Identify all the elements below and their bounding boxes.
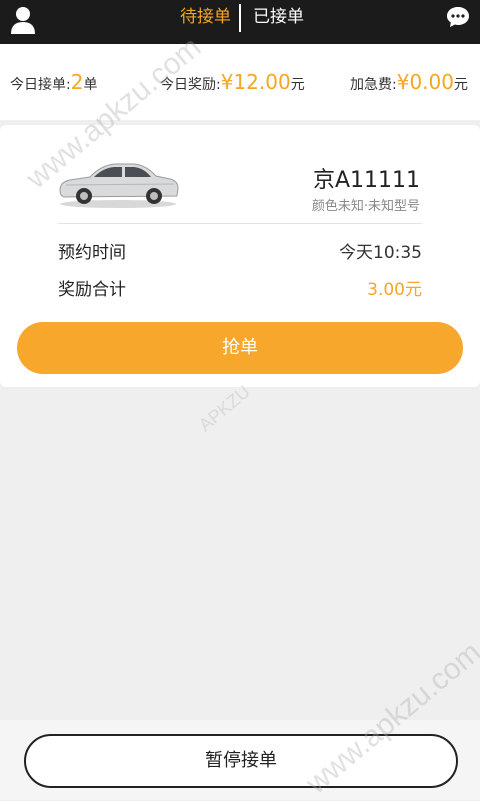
grab-order-button[interactable]: 抢单 [17,322,463,374]
chat-bubble-icon[interactable] [446,6,470,28]
stat-orders-value: 2 [70,70,84,94]
stat-orders-today: 今日接单:2单 [10,70,97,94]
stat-fee-value: ¥0.00 [396,70,454,94]
stat-fee-unit: 元 [454,77,468,93]
tab-pending-orders[interactable]: 待接单 [180,0,231,44]
stat-reward-today: 今日奖励:¥12.00元 [160,70,305,94]
stat-fee-label: 加急费: [350,77,397,93]
order-card: 京A11111 颜色未知·未知型号 预约时间 今天10:35 奖励合计 3.00… [0,125,480,387]
bottom-bar: 暂停接单 [0,720,480,800]
reservation-time-value: 今天10:35 [339,243,422,263]
stat-orders-unit: 单 [83,77,98,93]
stat-orders-label: 今日接单: [10,77,71,93]
top-bar: 待接单 已接单 [0,0,480,44]
daily-stats-bar: 今日接单:2单 今日奖励:¥12.00元 加急费:¥0.00元 [0,44,480,120]
tab-divider [239,4,241,32]
stat-urgent-fee: 加急费:¥0.00元 [350,70,468,94]
tab-accepted-orders[interactable]: 已接单 [253,0,304,44]
license-plate: 京A11111 [312,168,420,193]
user-icon[interactable] [10,6,36,36]
reward-total-label: 奖励合计 [58,280,126,300]
car-description: 颜色未知·未知型号 [311,199,420,214]
stat-reward-value: ¥12.00 [220,70,291,94]
watermark: APKZU [195,381,254,436]
reward-total-value: 3.00元 [367,280,422,300]
reservation-time-label: 预约时间 [58,243,126,263]
car-image [59,163,179,208]
card-divider [58,223,422,224]
stat-reward-unit: 元 [290,77,305,93]
pause-orders-button[interactable]: 暂停接单 [24,734,458,788]
stat-reward-label: 今日奖励: [160,77,221,93]
